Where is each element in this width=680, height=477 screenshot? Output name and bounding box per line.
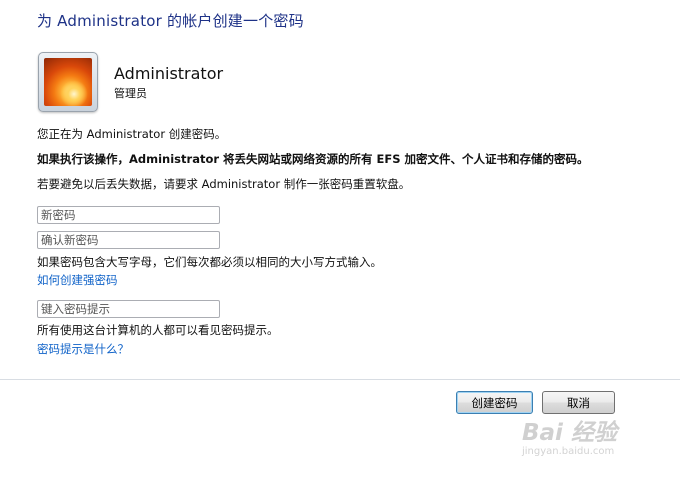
strong-password-link[interactable]: 如何创建强密码 — [37, 272, 118, 288]
flower-center — [60, 80, 88, 106]
baidu-watermark: Bai 经验 — [522, 420, 617, 446]
case-sensitive-note: 如果密码包含大写字母，它们每次都必须以相同的大小写方式输入。 — [37, 255, 382, 269]
create-password-button[interactable]: 创建密码 — [456, 391, 533, 414]
password-hint-field[interactable] — [37, 300, 220, 318]
hint-visible-note: 所有使用这台计算机的人都可以看见密码提示。 — [37, 323, 279, 337]
user-avatar — [38, 52, 98, 112]
new-password-field[interactable] — [37, 206, 220, 224]
dialog-title: 为 Administrator 的帐户创建一个密码 — [37, 12, 304, 30]
footer-divider — [0, 379, 680, 380]
user-role: 管理员 — [114, 87, 147, 100]
baidu-watermark-url: jingyan.baidu.com — [522, 446, 615, 457]
user-name: Administrator — [114, 64, 224, 83]
reset-disk-message: 若要避免以后丢失数据，请要求 Administrator 制作一张密码重置软盘。 — [37, 177, 411, 191]
efs-warning: 如果执行该操作，Administrator 将丢失网站或网络资源的所有 EFS … — [37, 152, 589, 166]
creating-message: 您正在为 Administrator 创建密码。 — [37, 127, 227, 141]
what-is-hint-link[interactable]: 密码提示是什么？ — [37, 341, 129, 357]
confirm-password-field[interactable] — [37, 231, 220, 249]
cancel-button[interactable]: 取消 — [542, 391, 615, 414]
flower-avatar-icon — [44, 58, 92, 106]
